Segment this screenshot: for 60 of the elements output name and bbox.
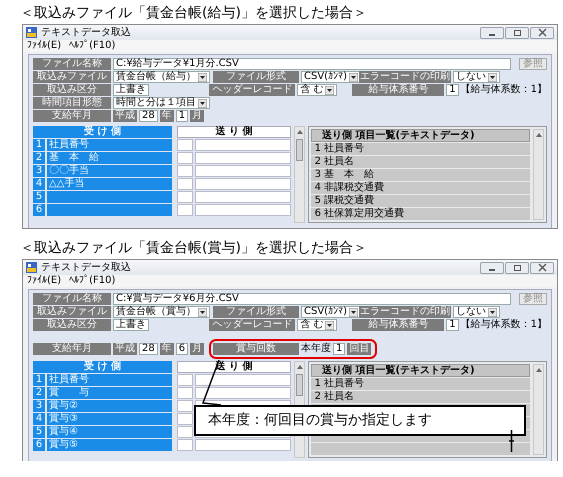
- field-label: ヘッダーレコード: [209, 319, 296, 331]
- field-label: 取込みファイル: [33, 71, 111, 83]
- field-label: 取込み区分: [33, 319, 111, 331]
- section-heading: ＜取込みファイル「賃金台帳(給与)」を選択した場合＞: [19, 4, 368, 23]
- column-header: 送 り 側: [177, 126, 291, 138]
- annotation-tooltip: 本年度：何回目の賞与か指定します: [194, 405, 526, 436]
- row-number: 6: [33, 439, 45, 451]
- label-text: 【給与体系数：1】: [460, 84, 547, 96]
- field-label: エラーコードの印刷: [359, 71, 451, 83]
- table-cell: 賞与②: [47, 400, 172, 412]
- field-label: 給与体系番号: [352, 319, 444, 331]
- field-label: 支給年月: [33, 110, 111, 122]
- field-label: 給与体系番号: [352, 84, 444, 96]
- table-cell: △△手当: [47, 178, 172, 190]
- field-label: ファイル形式: [213, 71, 299, 83]
- row-number: 4: [33, 178, 45, 190]
- row-number: 2: [33, 152, 45, 164]
- row-number: 3: [33, 165, 45, 177]
- field-label: ヘッダーレコード: [209, 84, 296, 96]
- section-heading: ＜取込みファイル「賃金台帳(賞与)」を選択した場合＞: [19, 239, 368, 258]
- unit-label: 回目: [347, 343, 372, 355]
- field-label: 賞与回数: [213, 343, 299, 355]
- table-cell: 〇〇手当: [47, 165, 172, 177]
- field-label: 取込み区分: [33, 84, 111, 96]
- table-cell: 賞与④: [47, 426, 172, 438]
- label-text: 本年度: [301, 343, 331, 355]
- row-number: 1: [33, 374, 45, 386]
- row-number: 5: [33, 426, 45, 438]
- field-label: エラーコードの印刷: [359, 306, 451, 318]
- unit-label: 月: [190, 110, 204, 122]
- table-cell: 基 本 給: [47, 152, 172, 164]
- field-label: ファイル形式: [213, 306, 299, 318]
- row-number: 2: [33, 387, 45, 399]
- unit-label: 平成: [113, 110, 137, 122]
- field-label: 支給年月: [33, 343, 111, 355]
- unit-label: 年: [160, 110, 174, 122]
- list-header: 送り側 項目一覧(テキストデータ): [311, 364, 530, 377]
- field-label: 取込みファイル: [33, 306, 111, 318]
- table-cell: 社員番号: [47, 374, 172, 386]
- row-number: 5: [33, 191, 45, 203]
- list-header: 送り側 項目一覧(テキストデータ): [311, 129, 530, 142]
- table-cell: 賞 与: [47, 387, 172, 399]
- unit-label: 平成: [113, 343, 137, 355]
- window-title: テキストデータ取込: [41, 262, 131, 274]
- row-number: 6: [33, 204, 45, 216]
- column-header: 受 け 側: [33, 126, 172, 138]
- table-cell: 社員番号: [47, 139, 172, 151]
- field-label: 時間項目形態: [33, 97, 111, 109]
- table-cell: 賞与⑤: [47, 439, 172, 451]
- field-label: ファイル名称: [33, 58, 111, 70]
- window-title: テキストデータ取込: [41, 26, 131, 38]
- row-number: 4: [33, 413, 45, 425]
- row-number: 3: [33, 400, 45, 412]
- unit-label: 月: [190, 343, 204, 355]
- column-header: 受 け 側: [33, 361, 172, 373]
- unit-label: 年: [160, 343, 174, 355]
- table-cell: 賞与③: [47, 413, 172, 425]
- row-number: 1: [33, 139, 45, 151]
- label-text: 【給与体系数：1】: [460, 319, 547, 331]
- field-label: ファイル名称: [33, 293, 111, 305]
